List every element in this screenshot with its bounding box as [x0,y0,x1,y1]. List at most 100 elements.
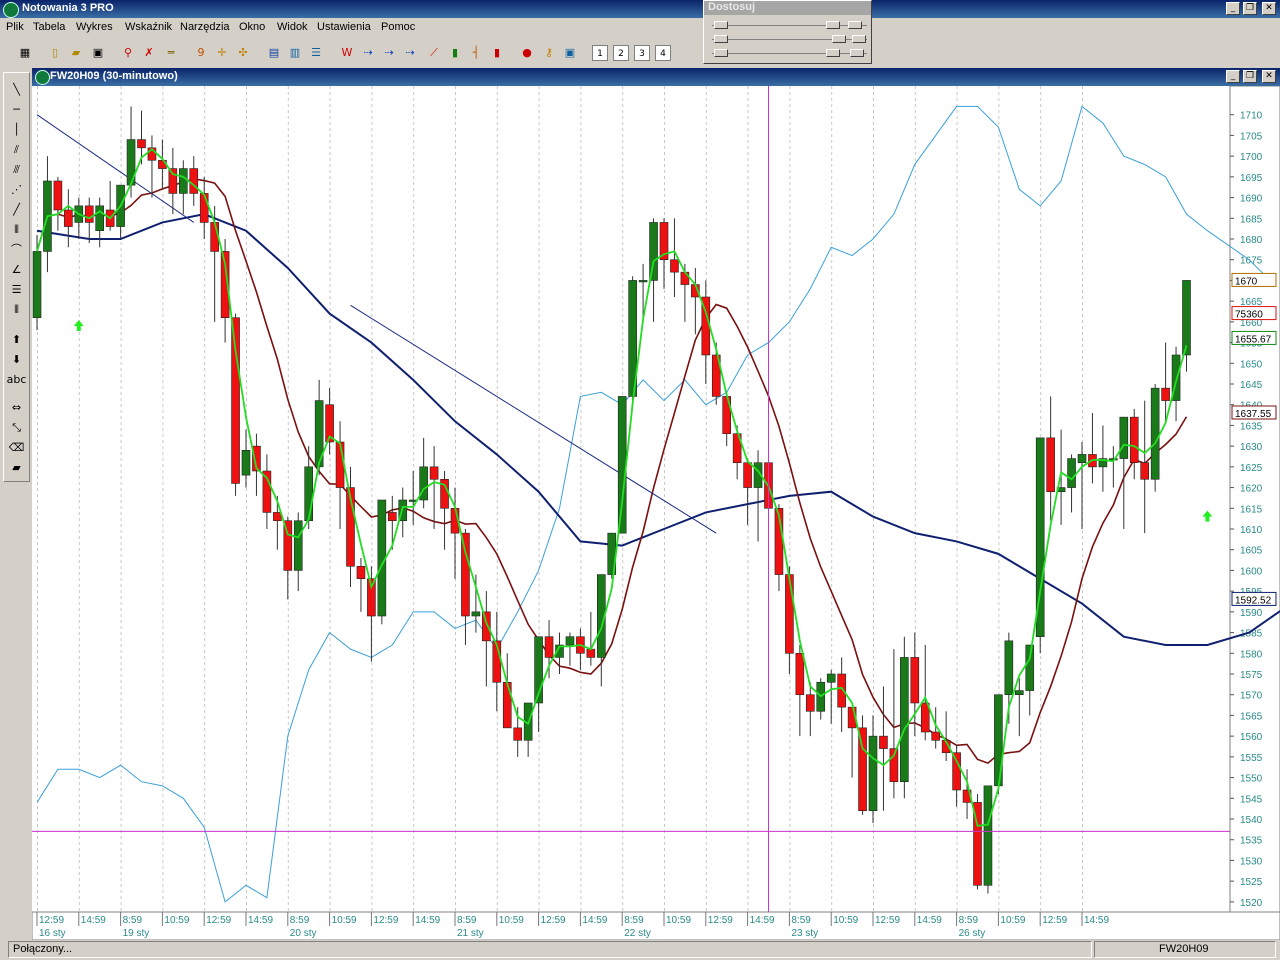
slider-thumb-3c[interactable] [850,49,864,57]
key-icon[interactable]: ⚷ [540,44,558,62]
chart-restore-icon[interactable]: ❐ [1243,70,1257,83]
candle-down [137,139,146,149]
period-button-1[interactable]: 1 [592,45,608,61]
fibo-time-icon[interactable]: ⦀ [4,301,29,319]
grid-icon[interactable]: ▦ [16,44,34,62]
y-axis-area [1229,86,1280,913]
menu-okno[interactable]: Okno [239,21,265,33]
picture-icon[interactable]: ▣ [561,44,579,62]
wl-icon[interactable]: W [338,44,356,62]
connection-status: Połączony... [8,941,1092,958]
number-icon[interactable]: 9 [192,44,210,62]
horizontal-line-icon[interactable]: ─ [4,101,29,119]
arrow-right3-icon[interactable]: ⇢ [401,44,419,62]
candle-up [868,735,878,812]
save-icon[interactable]: ▣ [89,44,107,62]
slider-thumb-2a[interactable] [714,35,728,43]
fan-icon[interactable]: ⋰ [4,181,29,199]
candle-down [168,168,178,194]
candle-up [1067,458,1076,488]
slider-thumb-3b[interactable] [826,49,840,57]
chart-close-icon[interactable]: ✕ [1262,70,1276,83]
menu-widok[interactable]: Widok [277,21,308,33]
candle-down [231,317,240,484]
price-chart[interactable]: 1520 1525 1530 1535 1540 1545 1550 1555 1560 1565… [32,86,1280,940]
x-time-label: 14:59 [917,915,942,926]
x-date-label: 23 sty [791,928,818,939]
erase-all-icon[interactable]: ▰ [4,459,29,477]
menu-ustawienia[interactable]: Ustawienia [317,21,371,33]
delete-icon[interactable]: ✗ [140,44,158,62]
menu-wykres[interactable]: Wykres [76,21,113,33]
arrow-right-icon[interactable]: ⇢ [359,44,377,62]
layout-icon[interactable]: ▥ [286,44,304,62]
arrow-up-icon[interactable]: ⬆ [4,331,29,349]
menu-tabela[interactable]: Tabela [33,21,65,33]
text-tool-icon[interactable]: abc [4,371,29,389]
bar-chart-icon[interactable]: ▮ [446,44,464,62]
candle-up [983,785,993,886]
resize-icon[interactable]: ⤡ [4,419,29,437]
signal-icon[interactable]: ● [518,44,536,62]
arc-icon[interactable]: ⌒ [4,241,29,259]
fibo-icon[interactable]: ☰ [4,281,29,299]
cross-icon[interactable]: ✛ [213,44,231,62]
y-tick-label: 1555 [1240,753,1263,764]
candle-up [900,657,909,783]
price-label: 1670 [1235,276,1258,287]
candle-up [179,168,188,194]
slider-thumb-1c[interactable] [848,21,862,29]
slider-thumb-2b[interactable] [832,35,846,43]
slider-thumb-1b[interactable] [826,21,840,29]
period-button-3[interactable]: 3 [634,45,650,61]
restore-icon[interactable]: ❐ [1243,2,1257,15]
arrow-right2-icon[interactable]: ⇢ [380,44,398,62]
cycles-icon[interactable]: ⦀ [4,221,29,239]
price-label: 75360 [1235,310,1263,321]
y-tick-label: 1565 [1240,711,1263,722]
y-tick-label: 1520 [1240,898,1263,909]
slider-thumb-1a[interactable] [714,21,728,29]
candle-down [84,205,94,223]
gann-icon[interactable]: ∠ [4,261,29,279]
period-button-4[interactable]: 4 [655,45,671,61]
move-icon[interactable]: ⇔ [4,399,29,417]
x-time-label: 12:59 [1042,915,1067,926]
y-tick-label: 1680 [1240,235,1263,246]
new-file-icon[interactable]: ▯ [46,44,64,62]
minimize-icon[interactable]: _ [1226,2,1240,15]
channel-icon[interactable]: ⫽ [4,141,29,159]
cross2-icon[interactable]: ✣ [234,44,252,62]
parallel-icon[interactable]: ⫻ [4,161,29,179]
vertical-line-icon[interactable]: │ [4,121,29,139]
x-date-label: 26 sty [959,928,986,939]
candle-up [638,280,648,283]
ruler-icon[interactable]: ═ [162,44,180,62]
open-folder-icon[interactable]: ▰ [67,44,85,62]
arrow-down-icon[interactable]: ⬇ [4,351,29,369]
x-time-label: 12:59 [39,915,64,926]
menu-wskaznik[interactable]: Wskaźnik [125,21,172,33]
list-icon[interactable]: ☰ [307,44,325,62]
candle-icon[interactable]: ▮ [488,44,506,62]
line-chart-icon[interactable]: ⟋ [425,44,443,62]
period-button-2[interactable]: 2 [613,45,629,61]
close-icon[interactable]: ✕ [1262,2,1276,15]
menu-plik[interactable]: Plik [6,21,24,33]
x-time-label: 10:59 [833,915,858,926]
table-icon[interactable]: ▤ [265,44,283,62]
candle-down [1140,462,1149,480]
ohlc-icon[interactable]: ┤ [467,44,485,62]
price-label: 1655.67 [1235,334,1272,345]
line-tool-icon[interactable]: ╲ [4,81,29,99]
zoom-icon[interactable]: ⚲ [119,44,137,62]
menu-narzedzia[interactable]: Narzędzia [180,21,230,33]
menu-pomoc[interactable]: Pomoc [381,21,415,33]
candle-down [879,735,888,749]
slider-thumb-2c[interactable] [852,35,866,43]
eraser-icon[interactable]: ⌫ [4,439,29,457]
chart-minimize-icon[interactable]: _ [1226,70,1240,83]
ray-icon[interactable]: ╱ [4,201,29,219]
slider-thumb-3a[interactable] [714,49,728,57]
x-time-label: 14:59 [1084,915,1109,926]
